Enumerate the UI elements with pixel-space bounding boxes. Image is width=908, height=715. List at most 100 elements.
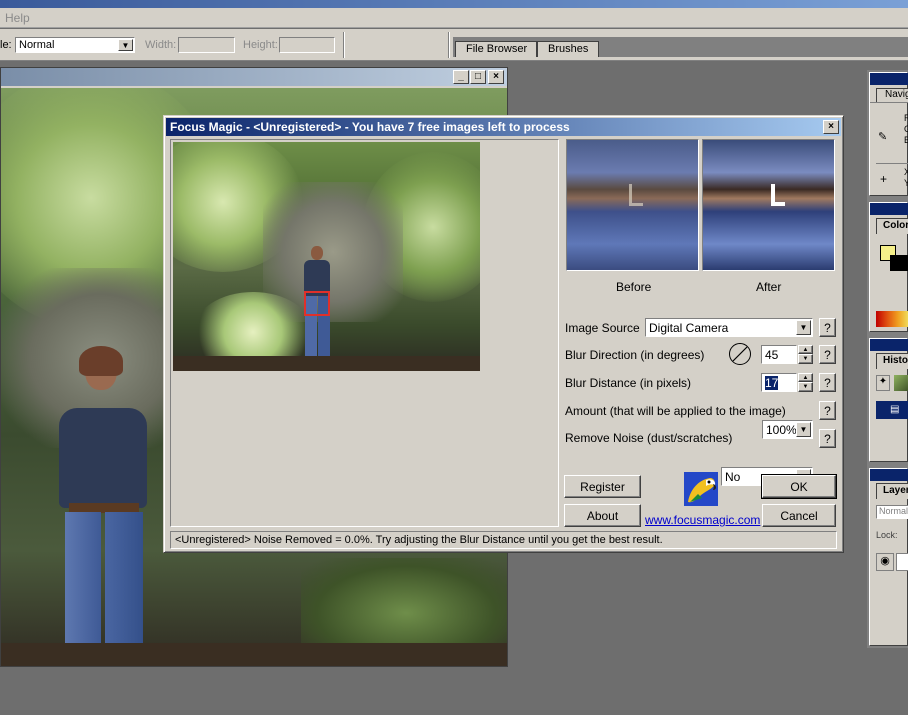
amount-label: Amount (that will be applied to the imag… bbox=[565, 404, 786, 418]
dialog-close-button[interactable]: × bbox=[823, 120, 839, 134]
height-field[interactable] bbox=[279, 37, 335, 53]
rock-wall bbox=[263, 182, 403, 322]
belt-buckle bbox=[771, 184, 785, 206]
focus-selection-box[interactable] bbox=[304, 291, 330, 316]
right-palette-column: Navig ✎ R G B + X Y Color Histo ✦ ▤ Laye… bbox=[867, 70, 908, 648]
blur-direction-help-button[interactable]: ? bbox=[819, 345, 836, 364]
tab-navigator[interactable]: Navig bbox=[876, 88, 908, 102]
tab-layers[interactable]: Layer bbox=[876, 483, 908, 499]
background-color-swatch[interactable] bbox=[890, 255, 908, 271]
mode-select[interactable]: Normal ▼ bbox=[15, 37, 135, 53]
mode-label: le: bbox=[0, 39, 12, 51]
cancel-button[interactable]: Cancel bbox=[762, 504, 836, 527]
image-source-value: Digital Camera bbox=[649, 320, 729, 335]
menu-help[interactable]: Help bbox=[5, 11, 30, 25]
maximize-button[interactable]: □ bbox=[470, 70, 486, 84]
panel-header bbox=[870, 339, 908, 351]
color-ramp[interactable] bbox=[876, 311, 908, 327]
spin-up-icon[interactable]: ▲ bbox=[798, 373, 813, 382]
remove-noise-label: Remove Noise (dust/scratches) bbox=[565, 431, 733, 445]
remove-noise-value: No bbox=[725, 469, 741, 484]
image-source-label: Image Source bbox=[565, 321, 640, 335]
website-link[interactable]: www.focusmagic.com bbox=[645, 513, 760, 527]
preview-image[interactable] bbox=[173, 142, 480, 371]
person-hair bbox=[79, 346, 123, 376]
person-head bbox=[311, 246, 323, 260]
navigator-panel: Navig ✎ R G B + X Y bbox=[869, 72, 908, 196]
nav-y: Y bbox=[904, 178, 908, 188]
divider bbox=[876, 163, 908, 164]
after-thumbnail bbox=[702, 139, 835, 271]
spin-up-icon[interactable]: ▲ bbox=[798, 345, 813, 354]
eyedropper-icon: ✎ bbox=[878, 131, 888, 143]
remove-noise-help-button[interactable]: ? bbox=[819, 429, 836, 448]
tab-history[interactable]: Histo bbox=[876, 353, 908, 369]
history-state-selected[interactable]: ▤ bbox=[876, 401, 908, 419]
mode-value: Normal bbox=[19, 39, 55, 51]
nav-r: R bbox=[904, 113, 908, 123]
spin-down-icon[interactable]: ▼ bbox=[798, 354, 813, 364]
blur-distance-help-button[interactable]: ? bbox=[819, 373, 836, 392]
blur-direction-label: Blur Direction (in degrees) bbox=[565, 348, 705, 362]
history-panel: Histo ✦ ▤ bbox=[869, 338, 908, 462]
status-bar: <Unregistered> Noise Removed = 0.0%. Try… bbox=[170, 531, 837, 549]
blur-direction-input[interactable]: 45 bbox=[761, 345, 797, 364]
focus-magic-dialog: Focus Magic - <Unregistered> - You have … bbox=[163, 115, 844, 553]
panel-header bbox=[870, 469, 908, 481]
dialog-title: Focus Magic - <Unregistered> - You have … bbox=[170, 120, 570, 134]
blur-direction-dial-icon[interactable] bbox=[728, 342, 752, 366]
height-label: Height: bbox=[243, 39, 278, 51]
nav-b: B bbox=[904, 135, 908, 145]
tab-file-browser[interactable]: File Browser bbox=[455, 41, 537, 57]
status-text: <Unregistered> Noise Removed = 0.0%. Try… bbox=[175, 534, 663, 546]
before-thumbnail bbox=[566, 139, 699, 271]
chevron-down-icon: ▼ bbox=[118, 39, 133, 51]
divider bbox=[448, 32, 450, 58]
amount-value: 100% bbox=[766, 422, 797, 437]
spin-down-icon[interactable]: ▼ bbox=[798, 382, 813, 392]
dialog-titlebar: Focus Magic - <Unregistered> - You have … bbox=[166, 118, 841, 136]
nav-g: G bbox=[904, 124, 908, 134]
person-leg bbox=[105, 512, 143, 662]
image-source-help-button[interactable]: ? bbox=[819, 318, 836, 337]
divider bbox=[870, 102, 908, 103]
ground bbox=[1, 643, 507, 666]
options-bar: le: Normal ▼ Width: Height: File Browser… bbox=[0, 29, 908, 61]
amount-help-button[interactable]: ? bbox=[819, 401, 836, 420]
document-titlebar bbox=[1, 68, 507, 86]
register-button[interactable]: Register bbox=[564, 475, 641, 498]
before-label: Before bbox=[616, 280, 652, 294]
layers-blend-mode[interactable]: Normal bbox=[876, 505, 908, 519]
history-brush-icon[interactable]: ✦ bbox=[876, 375, 890, 391]
history-snapshot-thumbnail[interactable] bbox=[894, 375, 908, 391]
tab-brushes[interactable]: Brushes bbox=[537, 41, 599, 57]
layer-row[interactable] bbox=[896, 553, 908, 571]
minimize-button[interactable]: _ bbox=[453, 70, 469, 84]
ok-button[interactable]: OK bbox=[761, 474, 837, 499]
person-shirt bbox=[59, 408, 147, 508]
nav-x: X bbox=[904, 167, 908, 177]
blur-direction-spinner[interactable]: ▲ ▼ bbox=[798, 345, 813, 364]
divider bbox=[343, 32, 345, 58]
close-button[interactable]: × bbox=[488, 70, 504, 84]
person-leg bbox=[65, 512, 101, 662]
menu-bar: Help bbox=[0, 8, 908, 28]
crosshair-icon: + bbox=[880, 172, 888, 186]
about-button[interactable]: About bbox=[564, 504, 641, 527]
belt-buckle bbox=[629, 184, 643, 206]
width-label: Width: bbox=[145, 39, 177, 51]
color-panel: Color bbox=[869, 202, 908, 332]
tab-color[interactable]: Color bbox=[876, 218, 908, 234]
parrot-logo-icon bbox=[684, 472, 718, 506]
eye-icon[interactable]: ◉ bbox=[876, 553, 894, 571]
width-field[interactable] bbox=[178, 37, 235, 53]
blur-distance-input[interactable]: 17 bbox=[761, 373, 797, 392]
image-source-select[interactable]: Digital Camera ▼ bbox=[645, 318, 813, 337]
chevron-down-icon: ▼ bbox=[796, 320, 811, 335]
layers-panel: Layer Normal Lock: ◉ bbox=[869, 468, 908, 646]
chevron-down-icon: ▼ bbox=[796, 422, 811, 437]
amount-select[interactable]: 100% ▼ bbox=[762, 420, 813, 439]
panel-header bbox=[870, 203, 908, 215]
after-label: After bbox=[756, 280, 782, 294]
blur-distance-spinner[interactable]: ▲ ▼ bbox=[798, 373, 813, 392]
